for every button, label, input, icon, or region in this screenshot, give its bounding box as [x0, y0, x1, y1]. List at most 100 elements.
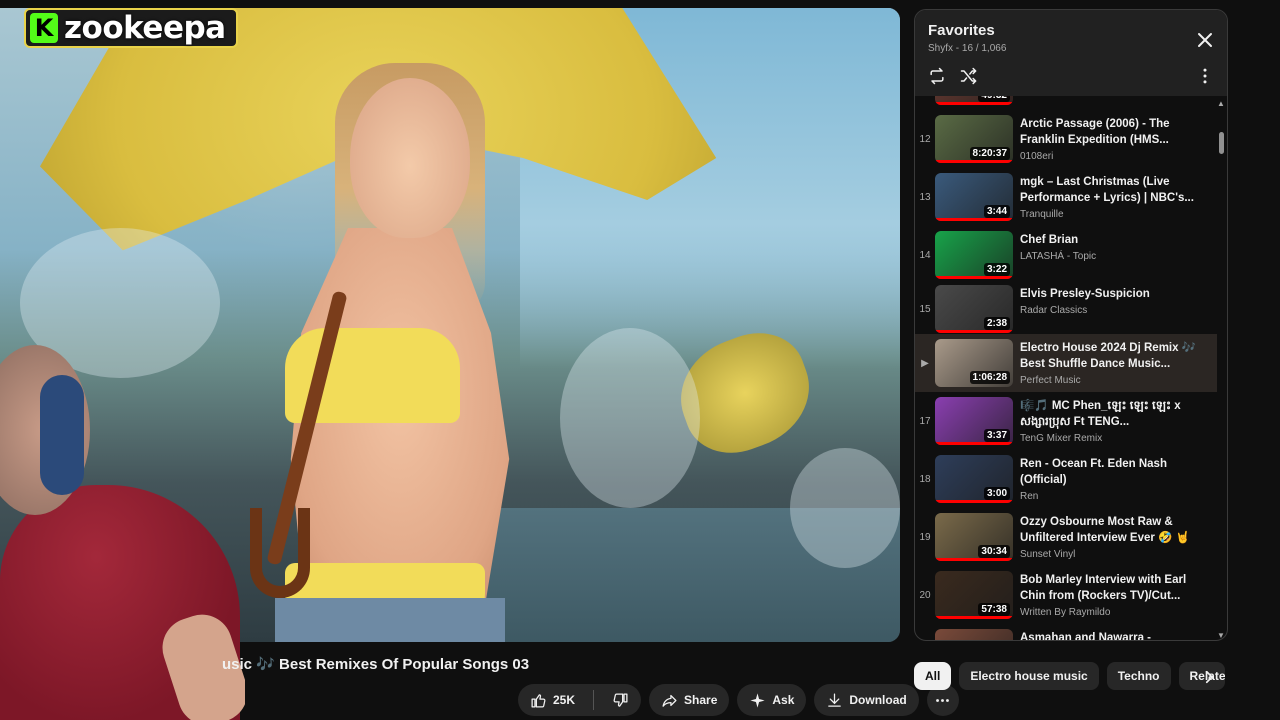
chevron-right-icon: [1205, 670, 1213, 684]
video-duration: 57:38: [978, 603, 1010, 616]
playlist-item-title[interactable]: Asmahan and Nawarra -: [1020, 630, 1210, 640]
playlist-item-channel[interactable]: Tranquille: [1020, 209, 1210, 220]
video-duration: 2:38: [983, 317, 1010, 330]
video-duration: 3:00: [983, 487, 1010, 500]
playlist-item-title[interactable]: Elvis Presley-Suspicion: [1020, 286, 1210, 302]
playlist-item-channel[interactable]: 0108eri: [1020, 151, 1210, 162]
watch-progress-bar: [935, 330, 1013, 333]
playlist-scrollbar[interactable]: ▲ ▼: [1217, 96, 1225, 640]
share-button[interactable]: Share: [649, 684, 730, 716]
thumbs-up-icon: [531, 693, 546, 708]
playlist-item-title[interactable]: Electro House 2024 Dj Remix 🎶 Best Shuff…: [1020, 340, 1210, 372]
playlist-item-index: ▶: [921, 357, 929, 369]
video-frame-splash: [790, 448, 900, 568]
video-thumbnail[interactable]: 2:38: [935, 285, 1013, 333]
playlist-item-title[interactable]: Ren - Ocean Ft. Eden Nash (Official): [1020, 456, 1210, 488]
playlist-item-meta: Chef Brian LATASHÁ - Topic: [1020, 226, 1210, 284]
playlist-item-title[interactable]: 🎼🎵 MC Phen_ឡេះ ឡេះ ឡេះ x សង្សារប្រុស Ft …: [1020, 398, 1210, 430]
video-frame-splash: [560, 328, 700, 508]
playlist-item-index: 12: [919, 133, 931, 145]
playlist-item-channel[interactable]: Perfect Music: [1020, 375, 1210, 386]
sparkle-icon: [750, 692, 765, 708]
scroll-up-icon[interactable]: ▲: [1217, 100, 1225, 108]
playlist-item[interactable]: 18 3:00 Ren - Ocean Ft. Eden Nash (Officia…: [915, 450, 1217, 508]
playlist-item-meta: Ozzy Osbourne Most Raw & Unfiltered Inte…: [1020, 508, 1210, 566]
playlist-item-title[interactable]: mgk – Last Christmas (Live Performance +…: [1020, 174, 1210, 206]
playlist-item-index: 19: [919, 531, 931, 543]
share-label: Share: [684, 693, 718, 707]
video-duration: 30:34: [978, 545, 1010, 558]
filter-chip[interactable]: All: [914, 662, 952, 690]
close-icon[interactable]: [1193, 28, 1217, 52]
playlist-item-index: 17: [919, 415, 931, 427]
stream-logo: K zookeepa: [24, 8, 238, 48]
playlist-item-channel[interactable]: TenG Mixer Remix: [1020, 433, 1210, 444]
playlist-item-meta: 🎼🎵 MC Phen_ឡេះ ឡេះ ឡេះ x សង្សារប្រុស Ft …: [1020, 392, 1210, 450]
action-bar: 25K Share Ask Download: [518, 684, 959, 716]
video-duration: 3:37: [983, 429, 1010, 442]
video-thumbnail[interactable]: [935, 629, 1013, 640]
playlist-item[interactable]: 19 30:34 Ozzy Osbourne Most Raw & Unfilter…: [915, 508, 1217, 566]
playlist-item[interactable]: 12 8:20:37 Arctic Passage (2006) - The Fra…: [915, 110, 1217, 168]
playlist-item[interactable]: 49:32 RaveUK: [915, 96, 1217, 110]
watch-progress-bar: [935, 102, 1013, 105]
playlist-item-meta: Elvis Presley-Suspicion Radar Classics: [1020, 280, 1210, 338]
playlist-item[interactable]: 20 57:38 Bob Marley Interview with Earl Ch…: [915, 566, 1217, 624]
video-thumbnail[interactable]: 8:20:37: [935, 115, 1013, 163]
filter-chip[interactable]: Electro house music: [959, 662, 1099, 690]
playlist-item-meta: Electro House 2024 Dj Remix 🎶 Best Shuff…: [1020, 334, 1210, 392]
video-duration: 49:32: [978, 96, 1010, 102]
like-dislike-group: 25K: [518, 684, 642, 716]
scroll-down-icon[interactable]: ▼: [1217, 632, 1225, 640]
watch-progress-bar: [935, 558, 1013, 561]
loop-icon[interactable]: [927, 66, 947, 86]
playlist-item-channel[interactable]: Sunset Vinyl: [1020, 549, 1210, 560]
like-button[interactable]: 25K: [518, 684, 587, 716]
dislike-button[interactable]: [600, 684, 641, 716]
download-label: Download: [849, 693, 907, 707]
headset-icon: [40, 375, 84, 495]
like-divider: [593, 690, 595, 710]
playlist-subtitle: Shyfx - 16 / 1,066: [928, 43, 1007, 54]
video-thumbnail[interactable]: 49:32: [935, 96, 1013, 105]
video-thumbnail[interactable]: 3:37: [935, 397, 1013, 445]
filter-chip[interactable]: Techno: [1106, 662, 1171, 690]
playlist-item-channel[interactable]: Radar Classics: [1020, 305, 1210, 316]
shuffle-icon[interactable]: [959, 66, 979, 86]
video-thumbnail[interactable]: 57:38: [935, 571, 1013, 619]
kebab-menu-icon[interactable]: [1195, 66, 1215, 86]
video-thumbnail[interactable]: 3:00: [935, 455, 1013, 503]
video-thumbnail[interactable]: 1:06:28: [935, 339, 1013, 387]
playlist-item-channel[interactable]: Written By Raymildo: [1020, 607, 1210, 618]
playlist-item[interactable]: ▶ 1:06:28 Electro House 2024 Dj Remix 🎶 Be…: [915, 334, 1217, 392]
more-horizontal-icon: [936, 698, 950, 702]
playlist-item[interactable]: 14 3:22 Chef Brian LATASHÁ - Topic: [915, 226, 1217, 284]
playlist-item-meta: Ren - Ocean Ft. Eden Nash (Official) Ren: [1020, 450, 1210, 508]
playlist-panel: Favorites Shyfx - 16 / 1,066 49:32 RaveUK…: [914, 9, 1228, 641]
scroll-thumb[interactable]: [1219, 132, 1224, 154]
video-duration: 3:44: [983, 205, 1010, 218]
video-title: usic 🎶 Best Remixes Of Popular Songs 03: [222, 656, 530, 673]
ask-button[interactable]: Ask: [737, 684, 807, 716]
streamer-name: zookeepa: [64, 10, 226, 46]
playlist-item-title[interactable]: Chef Brian: [1020, 232, 1210, 248]
video-thumbnail[interactable]: 30:34: [935, 513, 1013, 561]
video-thumbnail[interactable]: 3:44: [935, 173, 1013, 221]
playlist-item-channel[interactable]: Ren: [1020, 491, 1210, 502]
video-frame-face: [350, 78, 470, 238]
playlist-item[interactable]: 15 2:38 Elvis Presley-Suspicion Radar Class…: [915, 280, 1217, 338]
playlist-item-title[interactable]: Ozzy Osbourne Most Raw & Unfiltered Inte…: [1020, 514, 1210, 546]
playlist-item-title[interactable]: Bob Marley Interview with Earl Chin from…: [1020, 572, 1210, 604]
ask-label: Ask: [772, 693, 795, 707]
playlist-item-title[interactable]: Arctic Passage (2006) - The Franklin Exp…: [1020, 116, 1210, 148]
download-button[interactable]: Download: [814, 684, 919, 716]
playlist-item[interactable]: Asmahan and Nawarra -: [915, 624, 1217, 640]
playlist-item-meta: Arctic Passage (2006) - The Franklin Exp…: [1020, 110, 1210, 168]
playlist-item[interactable]: 13 3:44 mgk – Last Christmas (Live Perform…: [915, 168, 1217, 226]
playlist-item-index: 15: [919, 303, 931, 315]
video-thumbnail[interactable]: 3:22: [935, 231, 1013, 279]
playlist-item-channel[interactable]: LATASHÁ - Topic: [1020, 251, 1210, 262]
chips-next-button[interactable]: [1196, 664, 1222, 690]
playlist-title[interactable]: Favorites: [928, 22, 1215, 39]
playlist-item[interactable]: 17 3:37 🎼🎵 MC Phen_ឡេះ ឡេះ ឡេះ x សង្សារប្រ…: [915, 392, 1217, 450]
